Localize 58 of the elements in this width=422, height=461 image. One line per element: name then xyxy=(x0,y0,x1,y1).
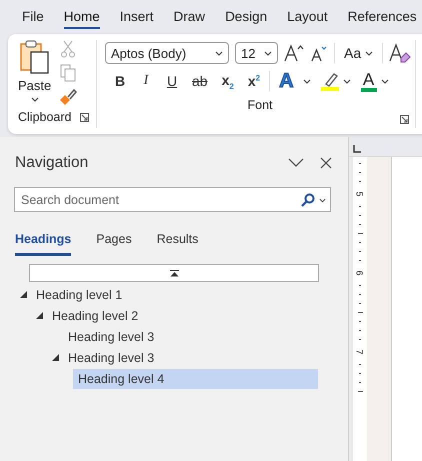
caret-icon[interactable] xyxy=(302,78,311,84)
dialog-launcher-icon[interactable] xyxy=(400,115,409,124)
expand-triangle-icon[interactable] xyxy=(52,354,59,361)
text-effects-button[interactable]: A xyxy=(274,70,299,92)
ribbon-tab[interactable]: Draw xyxy=(174,6,206,28)
grow-font-icon[interactable] xyxy=(284,44,304,62)
caret-icon[interactable] xyxy=(319,198,326,203)
change-case-button[interactable]: Aa xyxy=(341,45,376,61)
heading-item[interactable]: Heading level 2 xyxy=(52,306,144,326)
clear-formatting-icon[interactable] xyxy=(389,43,412,63)
font-size-dropdown[interactable]: 12 xyxy=(235,42,278,64)
caret-icon xyxy=(30,97,39,102)
paste-button[interactable]: Paste xyxy=(18,40,52,108)
pane-tab[interactable]: Results xyxy=(156,232,198,256)
paintbrush-icon[interactable] xyxy=(59,88,78,106)
heading-item[interactable]: Heading level 3 xyxy=(68,326,160,346)
shrink-font-icon[interactable] xyxy=(310,44,328,62)
ruler-number: 5 xyxy=(356,192,364,196)
font-color-button[interactable]: A xyxy=(360,70,377,92)
clipboard-icon xyxy=(20,40,50,74)
caret-icon[interactable] xyxy=(342,78,351,84)
pane-tab[interactable]: Headings xyxy=(15,232,72,256)
expand-triangle-icon[interactable] xyxy=(20,291,27,298)
jump-to-top-icon xyxy=(170,270,178,276)
ribbon-tab[interactable]: Layout xyxy=(287,6,328,28)
ruler-number: 6 xyxy=(356,270,364,276)
close-icon[interactable] xyxy=(320,157,332,169)
group-label: Font xyxy=(247,98,272,112)
search-icon[interactable] xyxy=(301,193,315,207)
search-field[interactable]: Search document xyxy=(14,187,331,212)
heading-item[interactable]: Heading level 3 xyxy=(68,348,160,368)
heading-item[interactable]: Heading level 1 xyxy=(36,284,128,304)
ruler-number: 7 xyxy=(356,350,364,354)
expand-triangle-icon[interactable] xyxy=(36,312,43,319)
format-button[interactable]: U xyxy=(161,73,183,89)
ribbon-tab[interactable]: Home xyxy=(64,6,100,28)
format-button[interactable]: x$^{2}$ xyxy=(242,73,266,89)
format-button[interactable]: x$_{2}$ xyxy=(216,72,239,90)
caret-icon[interactable] xyxy=(380,78,389,84)
ribbon-tab[interactable]: Design xyxy=(225,6,268,28)
pane-title: Navigation xyxy=(15,154,90,172)
pane-tab[interactable]: Pages xyxy=(96,232,132,256)
highlighter-icon[interactable] xyxy=(320,71,339,91)
heading-item[interactable]: Heading level 4 xyxy=(73,368,318,388)
format-button[interactable]: I xyxy=(135,73,157,89)
ribbon-tab[interactable]: Insert xyxy=(120,6,154,28)
chevron-down-icon[interactable] xyxy=(288,158,304,168)
tab-stop-icon[interactable] xyxy=(353,145,361,153)
font-name-dropdown[interactable]: Aptos (Body) xyxy=(105,42,229,64)
caret-icon xyxy=(365,50,374,56)
group-label: Clipboard xyxy=(18,110,72,124)
ribbon-tab[interactable]: File xyxy=(22,6,44,28)
caret-icon xyxy=(264,50,272,56)
caret-icon xyxy=(215,50,223,56)
dialog-launcher-icon[interactable] xyxy=(80,112,89,122)
format-button[interactable]: B xyxy=(109,73,131,89)
ribbon-tab[interactable]: References xyxy=(348,6,417,28)
format-button[interactable]: ab xyxy=(187,73,213,89)
